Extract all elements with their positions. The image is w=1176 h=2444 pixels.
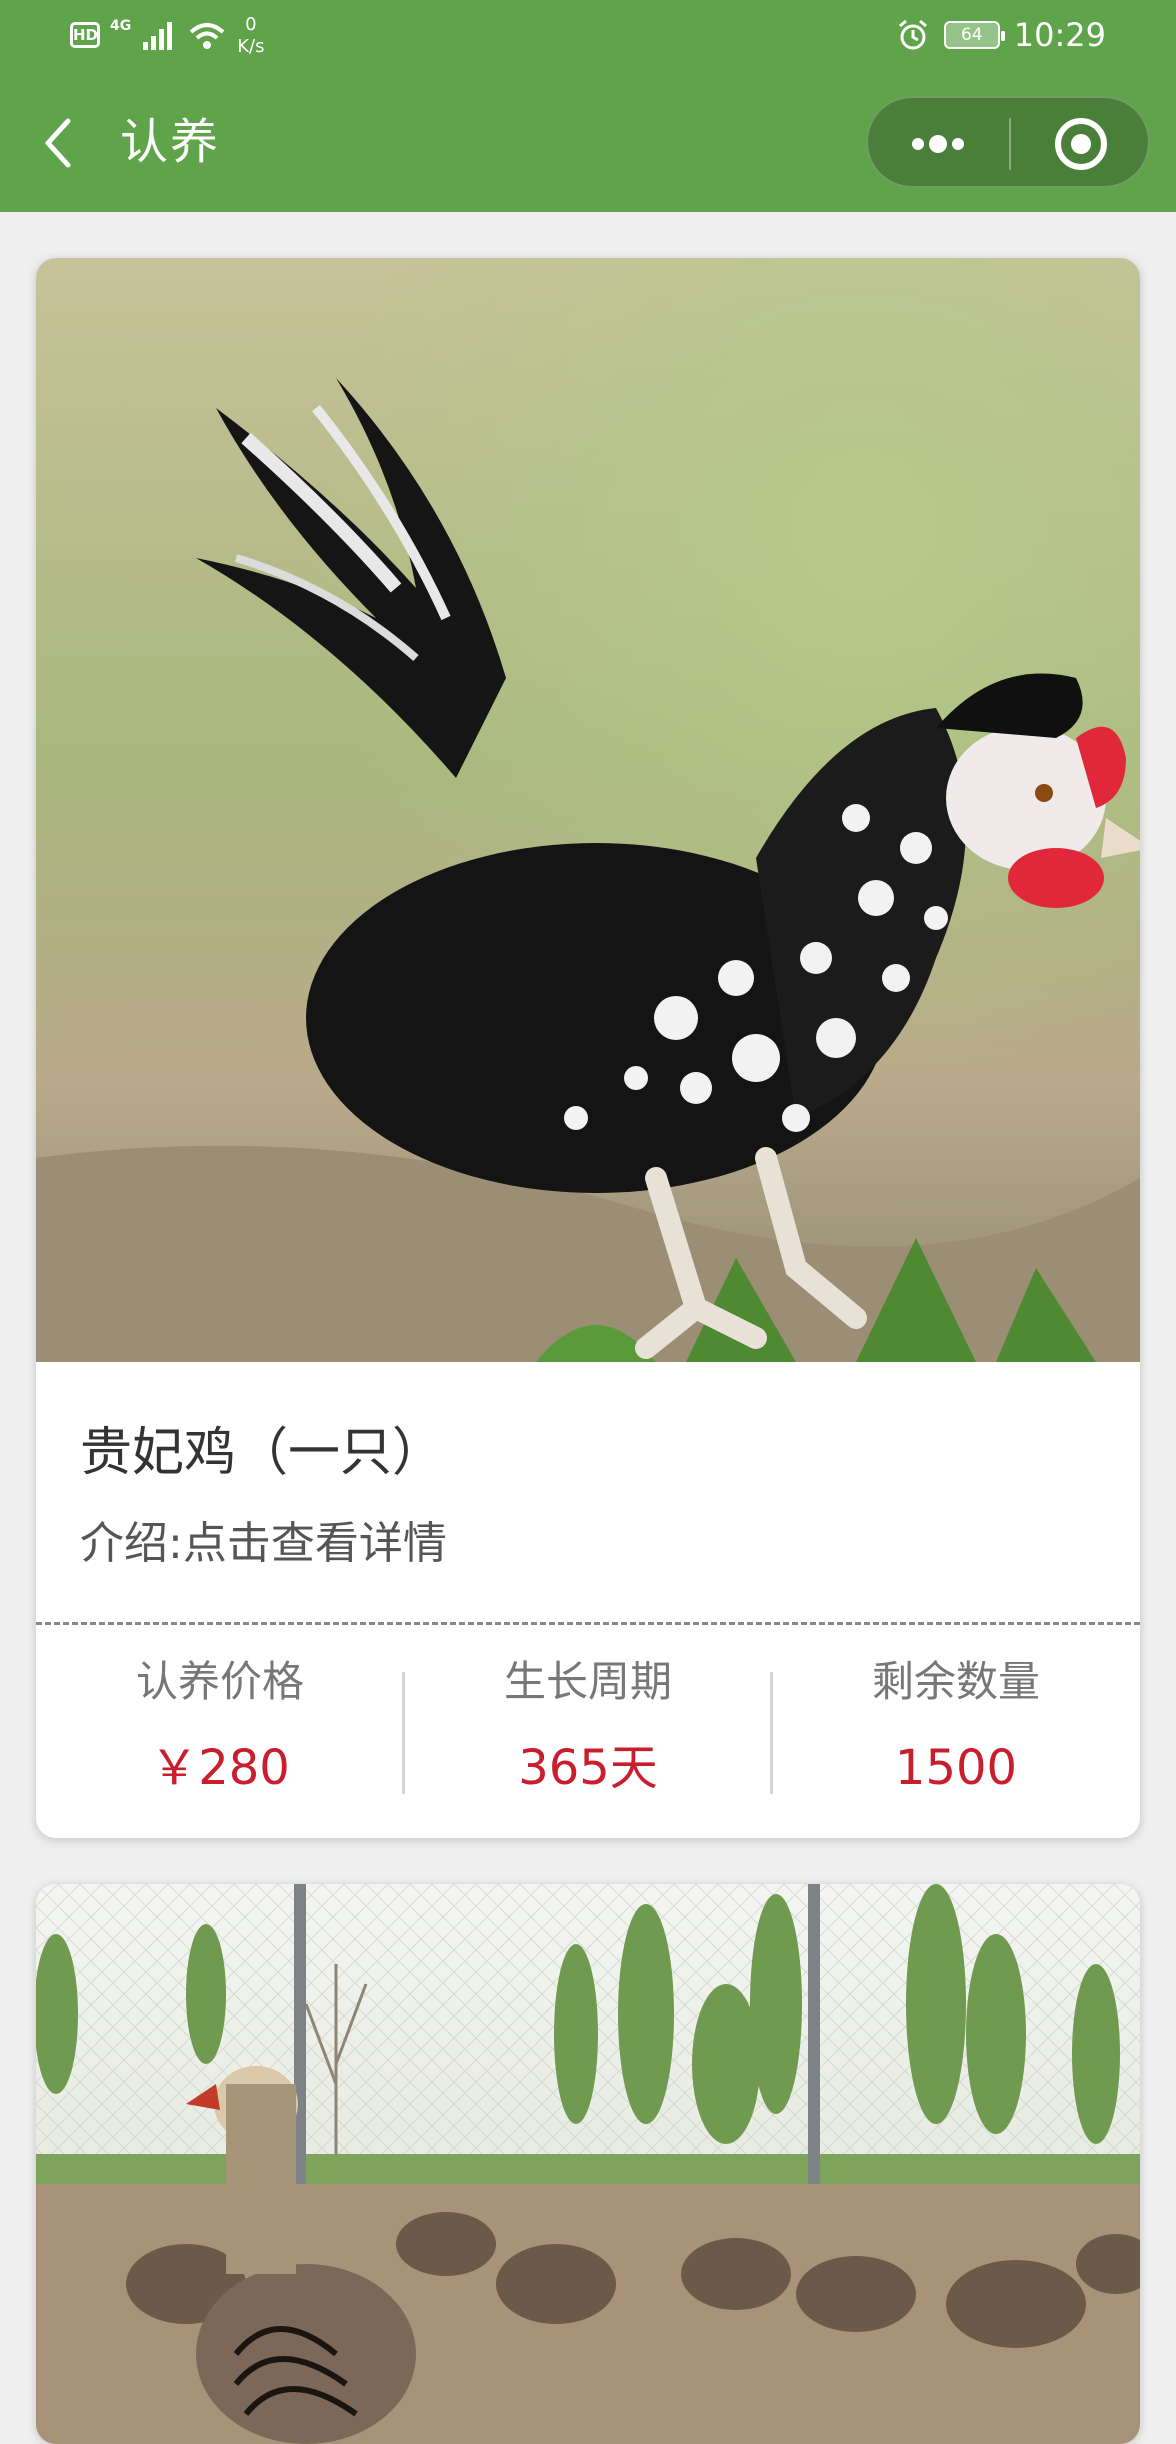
alarm-icon — [898, 19, 927, 50]
header-bar: HD 4G 0 K/s 64 10:29 认养 — [0, 0, 1176, 212]
page-title: 认养 — [120, 114, 221, 170]
partridge-photo[interactable] — [36, 1884, 1140, 2444]
stat-value: ￥280 — [150, 1740, 290, 1796]
more-dot-icon — [912, 138, 924, 150]
speed-value: 0 — [245, 14, 257, 35]
dashed-divider — [36, 1622, 1140, 1625]
stat-price: 认养价格 ￥280 — [36, 1626, 404, 1838]
stat-value: 1500 — [894, 1740, 1018, 1796]
battery-indicator: 64 — [943, 21, 1005, 49]
stat-remaining: 剩余数量 1500 — [772, 1626, 1140, 1838]
stat-label: 生长周期 — [503, 1657, 672, 1706]
miniprogram-capsule — [866, 96, 1150, 188]
status-left: HD 4G 0 K/s — [70, 14, 264, 58]
status-time: 10:29 — [1013, 16, 1106, 54]
product-stats: 认养价格 ￥280 生长周期 365天 剩余数量 1500 — [36, 1626, 1140, 1838]
nav-bar: 认养 — [0, 72, 1176, 212]
target-core — [1071, 134, 1091, 154]
more-dot-icon — [952, 138, 964, 150]
stat-label: 认养价格 — [135, 1657, 304, 1706]
stat-label: 剩余数量 — [871, 1657, 1040, 1706]
close-miniprogram-button[interactable] — [1011, 98, 1152, 190]
speed-unit: K/s — [237, 36, 265, 57]
more-button[interactable] — [868, 98, 1009, 190]
rooster-photo[interactable] — [36, 258, 1140, 1362]
stat-cycle: 生长周期 365天 — [404, 1626, 772, 1838]
product-name: 贵妃鸡（一只） — [80, 1423, 445, 1483]
more-dot-icon — [929, 135, 947, 153]
signal-icon — [143, 22, 173, 50]
wifi-icon — [189, 23, 225, 49]
status-right: 64 10:29 — [896, 16, 1106, 54]
hd-badge: HD — [70, 22, 100, 48]
network-speed: 0 K/s — [237, 14, 264, 58]
network-type: 4G — [110, 18, 132, 34]
stat-value: 365天 — [518, 1740, 658, 1796]
product-card[interactable]: 贵妃鸡（一只） 介绍:点击查看详情 认养价格 ￥280 生长周期 365天 剩余… — [36, 258, 1140, 1838]
product-intro-link[interactable]: 介绍:点击查看详情 — [80, 1514, 447, 1574]
back-arrow-icon[interactable] — [40, 115, 76, 171]
product-card[interactable] — [36, 1884, 1140, 2444]
status-bar: HD 4G 0 K/s 64 10:29 — [0, 0, 1176, 72]
